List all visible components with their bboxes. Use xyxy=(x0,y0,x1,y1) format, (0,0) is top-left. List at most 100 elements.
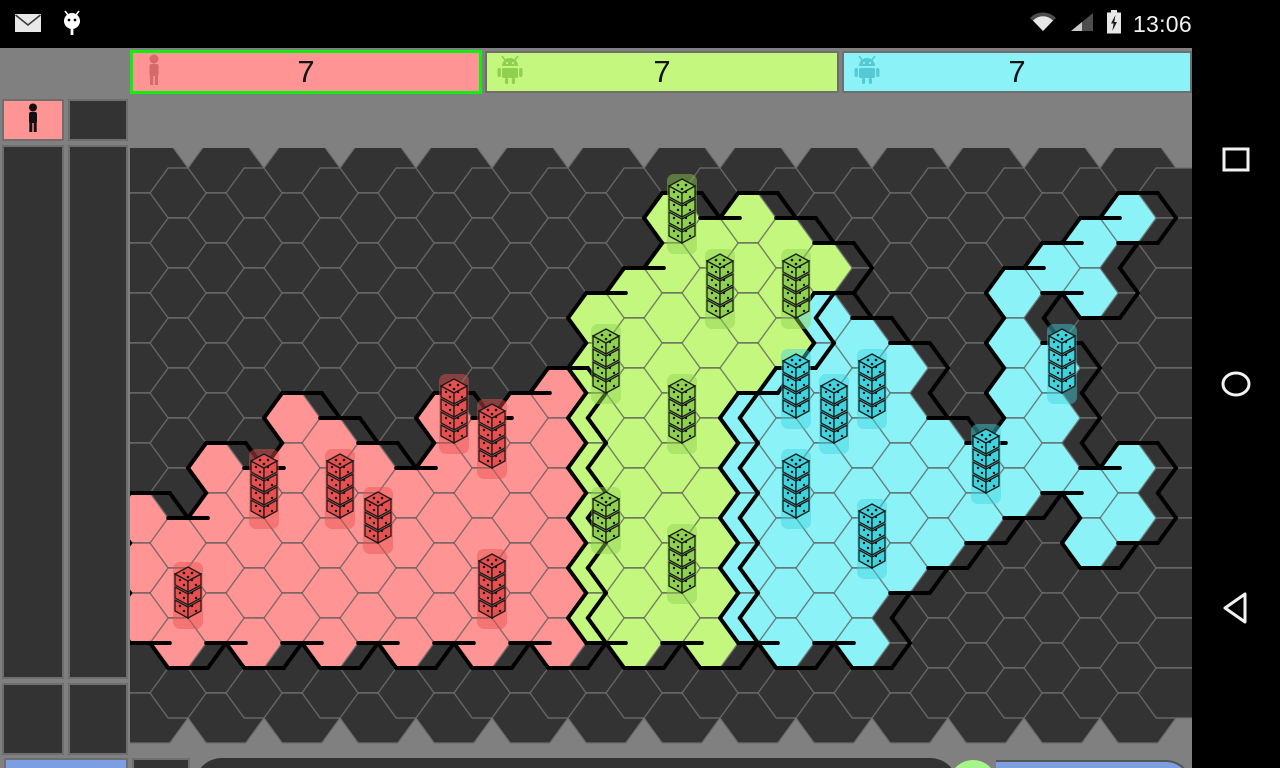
die-pip xyxy=(862,404,866,408)
dice-stack[interactable] xyxy=(363,487,393,554)
die-pip xyxy=(498,583,502,587)
dice-stack[interactable] xyxy=(667,524,697,604)
dice-stack[interactable] xyxy=(667,374,697,454)
die-pip xyxy=(688,421,692,425)
die-pip xyxy=(790,258,794,262)
die-pip xyxy=(448,421,452,425)
dice-stack[interactable] xyxy=(857,499,887,579)
sidebar-cell-bottom-right[interactable] xyxy=(68,683,128,755)
die-pip xyxy=(688,395,692,399)
die-pip xyxy=(190,571,194,575)
die-pip xyxy=(376,500,380,504)
die-pip xyxy=(1056,384,1060,388)
die-pip xyxy=(874,554,878,558)
die-pip xyxy=(798,458,802,462)
die-pip xyxy=(688,221,692,225)
die-pip xyxy=(190,604,194,608)
dice-stack[interactable] xyxy=(591,324,621,404)
die-pip xyxy=(790,409,794,413)
dice-stack[interactable] xyxy=(781,449,811,529)
die-pip xyxy=(186,575,190,579)
die-pip xyxy=(612,358,616,362)
wifi-icon xyxy=(1028,11,1058,38)
die-pip xyxy=(786,404,790,408)
die-pip xyxy=(676,183,680,187)
die-pip xyxy=(684,183,688,187)
die-pip xyxy=(262,462,266,466)
dice-stack[interactable] xyxy=(477,399,507,479)
add-powerup-button[interactable]: + xyxy=(949,760,997,768)
dice-stack[interactable] xyxy=(173,562,203,629)
die-pip xyxy=(676,395,680,399)
dice-stack[interactable] xyxy=(325,449,355,529)
dice-stack[interactable] xyxy=(1047,324,1077,404)
home-button[interactable] xyxy=(1192,340,1280,428)
dice-stack[interactable] xyxy=(439,374,469,454)
die-pip xyxy=(714,309,718,313)
sidebar-cell-top-right[interactable] xyxy=(68,99,128,141)
player-bar-3[interactable]: 7 xyxy=(842,51,1192,93)
die-pip xyxy=(980,484,984,488)
recents-button[interactable] xyxy=(1192,116,1280,204)
die-pip xyxy=(714,258,718,262)
die-pip xyxy=(874,528,878,532)
hex-game-board[interactable] xyxy=(130,148,1192,748)
die-pip xyxy=(486,609,490,613)
die-pip xyxy=(1056,371,1060,375)
die-pip xyxy=(600,345,604,349)
dice-stack[interactable] xyxy=(667,174,697,254)
dice-stack[interactable] xyxy=(705,249,735,329)
die-pip xyxy=(840,395,844,399)
die-pip xyxy=(452,387,456,391)
dice-stack[interactable] xyxy=(857,349,887,429)
android-navigation-bar xyxy=(1192,0,1280,768)
die-pip xyxy=(684,383,688,387)
die-pip xyxy=(790,470,794,474)
dice-stack[interactable] xyxy=(249,449,279,529)
dice-stack[interactable] xyxy=(781,349,811,429)
die-pip xyxy=(688,558,692,562)
sidebar-column-right[interactable] xyxy=(68,145,128,679)
die-pip xyxy=(600,371,604,375)
die-pip xyxy=(828,434,832,438)
end-turn-button[interactable]: End Turn xyxy=(4,758,128,768)
player-bar-2[interactable]: 7 xyxy=(485,51,839,93)
die-pip xyxy=(992,471,996,475)
powerups-button[interactable]: Power-ups xyxy=(996,760,1192,768)
die-pip xyxy=(790,396,794,400)
die-pip xyxy=(672,566,676,570)
die-pip xyxy=(448,383,452,387)
die-pip xyxy=(608,366,612,370)
sidebar-cell-bottom-left[interactable] xyxy=(2,683,64,755)
die-pip xyxy=(1064,366,1068,370)
die-pip xyxy=(612,521,616,525)
die-pip xyxy=(334,458,338,462)
die-pip xyxy=(596,516,600,520)
die-pip xyxy=(726,283,730,287)
die-pip xyxy=(672,579,676,583)
sidebar-player-swatch[interactable] xyxy=(2,99,64,141)
back-button[interactable] xyxy=(1192,564,1280,652)
die-pip xyxy=(456,429,460,433)
player-bar-1[interactable]: 7 xyxy=(130,50,482,94)
die-pip xyxy=(178,578,182,582)
die-pip xyxy=(802,383,806,387)
die-pip xyxy=(786,504,790,508)
die-pip xyxy=(802,509,806,513)
die-pip xyxy=(380,529,384,533)
dice-stack[interactable] xyxy=(819,374,849,454)
android-icon xyxy=(497,55,523,90)
die-pip xyxy=(992,458,996,462)
dice-stack[interactable] xyxy=(781,249,811,329)
board-svg[interactable] xyxy=(130,148,1192,748)
die-pip xyxy=(786,265,790,269)
die-pip xyxy=(828,383,832,387)
dice-stack[interactable] xyxy=(591,487,621,554)
dice-stack[interactable] xyxy=(971,424,1001,504)
die-pip xyxy=(862,515,866,519)
die-pip xyxy=(1056,345,1060,349)
sidebar-column-left[interactable] xyxy=(2,145,64,679)
flag-toggle-button[interactable]: F xyxy=(132,758,190,768)
dice-stack[interactable] xyxy=(477,549,507,629)
die-pip xyxy=(722,278,726,282)
